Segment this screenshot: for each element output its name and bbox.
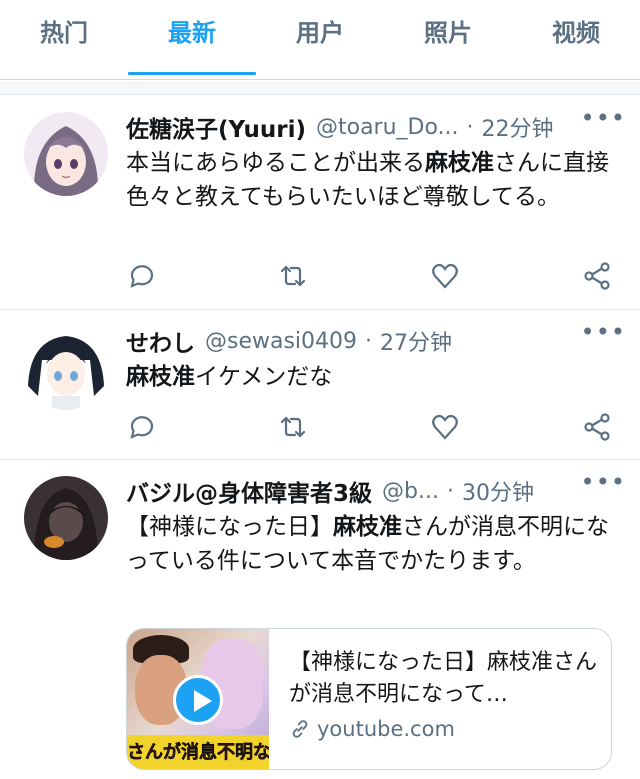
- tab-bar: 热门 最新 用户 照片 视频: [0, 0, 640, 80]
- like-icon[interactable]: [430, 412, 460, 442]
- display-name[interactable]: 佐糖涙子(Yuuri): [126, 110, 306, 144]
- more-options-icon[interactable]: •••: [581, 318, 626, 346]
- more-options-icon[interactable]: •••: [581, 468, 626, 496]
- avatar[interactable]: [24, 326, 108, 410]
- card-domain[interactable]: youtube.com: [289, 717, 597, 741]
- display-name[interactable]: せわし: [126, 324, 195, 358]
- share-icon[interactable]: [582, 261, 612, 291]
- separator-dot: ·: [466, 114, 474, 140]
- tweet-text: 麻枝准イケメンだな: [126, 364, 333, 390]
- reply-icon[interactable]: [126, 412, 156, 442]
- user-handle[interactable]: @b...: [382, 479, 439, 504]
- retweet-icon[interactable]: [278, 412, 308, 442]
- share-icon[interactable]: [582, 412, 612, 442]
- reply-icon[interactable]: [126, 261, 156, 291]
- avatar[interactable]: [24, 112, 108, 196]
- link-preview-card[interactable]: さんが消息不明な件に 【神様になった日】麻枝准さんが消息不明になって… yout…: [126, 628, 612, 770]
- like-icon[interactable]: [430, 261, 460, 291]
- tab-users[interactable]: 用户: [256, 0, 384, 79]
- timestamp[interactable]: 22分钟: [482, 111, 554, 143]
- more-options-icon[interactable]: •••: [581, 104, 626, 132]
- video-thumbnail[interactable]: さんが消息不明な件に: [127, 629, 269, 769]
- tab-photos[interactable]: 照片: [384, 0, 512, 79]
- link-icon: [292, 720, 308, 738]
- tweet[interactable]: 佐糖涙子(Yuuri) @toaru_Do... · 22分钟 本当にあらゆるこ…: [0, 96, 640, 310]
- card-title[interactable]: 【神様になった日】麻枝准さんが消息不明になって…: [289, 647, 597, 711]
- tweet[interactable]: バジル@身体障害者3級 @b... · 30分钟 【神様になった日】麻枝准さんが…: [0, 460, 640, 779]
- separator-dot: ·: [446, 478, 454, 504]
- timestamp[interactable]: 30分钟: [462, 475, 534, 507]
- tweet-text: 本当にあらゆることが出来る麻枝准さんに直接色々と教えてもらいたいほど尊敬してる。: [126, 150, 609, 210]
- display-name[interactable]: バジル@身体障害者3級: [126, 474, 372, 508]
- retweet-icon[interactable]: [278, 261, 308, 291]
- user-handle[interactable]: @sewasi0409: [205, 329, 357, 354]
- tab-videos[interactable]: 视频: [512, 0, 640, 79]
- user-handle[interactable]: @toaru_Do...: [316, 115, 459, 140]
- tweet-text: 【神様になった日】麻枝准さんが消息不明になっている件について本音でかたります。: [126, 514, 609, 574]
- tweet[interactable]: せわし @sewasi0409 · 27分钟 麻枝准イケメンだな •••: [0, 310, 640, 460]
- tab-hot[interactable]: 热门: [0, 0, 128, 79]
- thumbnail-caption: さんが消息不明な件に: [127, 735, 269, 769]
- divider: [0, 81, 640, 95]
- avatar[interactable]: [24, 476, 108, 560]
- play-icon[interactable]: [173, 675, 223, 725]
- separator-dot: ·: [365, 328, 373, 354]
- timestamp[interactable]: 27分钟: [380, 325, 452, 357]
- tab-latest[interactable]: 最新: [128, 0, 256, 79]
